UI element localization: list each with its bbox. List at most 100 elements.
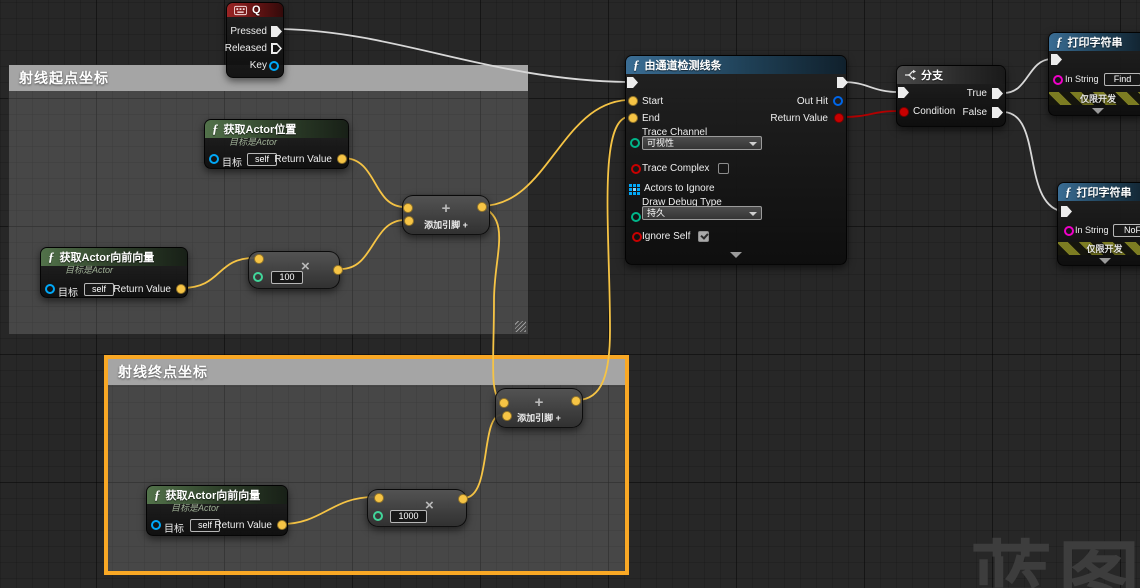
ignore-self-pin[interactable]: [632, 232, 642, 242]
result-output-pin[interactable]: [333, 265, 343, 275]
multiplier-value-box[interactable]: 100: [271, 271, 303, 284]
add-input-pin-1[interactable]: [499, 398, 509, 408]
multiply-operator: ×: [425, 497, 434, 514]
multiplier-value-box[interactable]: 1000: [390, 510, 427, 523]
add-node-end[interactable]: + 添加引脚 +: [495, 388, 583, 428]
vector-input-pin[interactable]: [254, 254, 264, 264]
in-string-pin[interactable]: [1064, 226, 1074, 236]
pin-label-pressed: Pressed: [230, 26, 267, 37]
out-hit-pin[interactable]: [833, 96, 843, 106]
start-pin[interactable]: [628, 96, 638, 106]
result-output-pin[interactable]: [458, 494, 468, 504]
vector-input-pin[interactable]: [374, 493, 384, 503]
node-header[interactable]: ƒ 打印字符串: [1058, 183, 1140, 201]
add-input-pin-2[interactable]: [502, 411, 512, 421]
function-icon: ƒ: [212, 121, 219, 137]
target-pin[interactable]: [151, 520, 161, 530]
print-string-node-find[interactable]: ƒ 打印字符串 In String Find 仅限开发: [1048, 32, 1140, 116]
node-header[interactable]: ƒ 由通道检测线条: [626, 56, 846, 74]
node-header[interactable]: Q: [227, 3, 283, 17]
collapse-arrow-icon[interactable]: [730, 252, 742, 258]
node-subtitle: 目标是Actor: [205, 135, 348, 150]
node-title: 由通道检测线条: [645, 57, 722, 73]
target-pin[interactable]: [45, 284, 55, 294]
add-operator: +: [403, 200, 489, 217]
function-icon: ƒ: [48, 249, 55, 265]
key-event-q-node[interactable]: Q Pressed Released Key: [226, 2, 284, 78]
print-string-node-nofind[interactable]: ƒ 打印字符串 In String NoFind 仅限开发: [1057, 182, 1140, 266]
development-only-label: 仅限开发: [1086, 242, 1122, 255]
in-string-value-box[interactable]: Find: [1104, 73, 1140, 86]
draw-debug-type-dropdown[interactable]: 持久: [642, 206, 762, 220]
exec-input-pin[interactable]: [627, 77, 638, 88]
in-string-pin[interactable]: [1053, 75, 1063, 85]
return-value-pin[interactable]: [834, 113, 844, 123]
return-value-pin[interactable]: [176, 284, 186, 294]
in-string-value-box[interactable]: NoFind: [1113, 224, 1140, 237]
multiply-node-100[interactable]: 100 ×: [248, 251, 340, 289]
false-exec-pin[interactable]: [992, 107, 1003, 118]
get-actor-location-node[interactable]: ƒ 获取Actor位置 目标是Actor 目标 self Return Valu…: [204, 119, 349, 169]
add-node-start[interactable]: + 添加引脚 +: [402, 195, 490, 235]
target-value-box[interactable]: self: [84, 283, 114, 296]
multiply-operator: ×: [301, 258, 310, 275]
pin-label-return-value: Return Value: [274, 154, 332, 165]
add-output-pin[interactable]: [477, 202, 487, 212]
node-title: 打印字符串: [1068, 34, 1123, 50]
add-pin-button[interactable]: 添加引脚 +: [403, 218, 489, 231]
keyboard-icon: [234, 5, 247, 16]
exec-output-pin[interactable]: [837, 77, 848, 88]
ignore-self-checkbox[interactable]: [698, 231, 709, 242]
draw-debug-type-pin[interactable]: [631, 212, 641, 222]
float-input-pin[interactable]: [373, 511, 383, 521]
add-input-pin-2[interactable]: [404, 216, 414, 226]
exec-input-pin[interactable]: [1051, 54, 1062, 65]
pin-label-released: Released: [225, 43, 267, 54]
get-forward-vector-node-1[interactable]: ƒ 获取Actor向前向量 目标是Actor 目标 self Return Va…: [40, 247, 188, 298]
pin-label-condition: Condition: [913, 106, 955, 117]
node-subtitle: 目标是Actor: [147, 501, 287, 516]
true-exec-pin[interactable]: [992, 88, 1003, 99]
return-value-pin[interactable]: [337, 154, 347, 164]
branch-node[interactable]: 分支 Condition True False: [896, 65, 1006, 127]
trace-channel-pin[interactable]: [630, 138, 640, 148]
trace-complex-checkbox[interactable]: [718, 163, 729, 174]
pin-label-return-value: Return Value: [113, 284, 171, 295]
end-pin[interactable]: [628, 113, 638, 123]
pin-label-target: 目标: [164, 520, 184, 535]
blueprint-graph[interactable]: 蓝图 射线起点坐标 射线终点坐标: [0, 0, 1140, 588]
pressed-exec-pin[interactable]: [271, 26, 282, 37]
multiply-node-1000[interactable]: 1000 ×: [367, 489, 467, 527]
function-icon: ƒ: [1056, 34, 1063, 50]
exec-input-pin[interactable]: [1061, 206, 1072, 217]
pin-label-target: 目标: [58, 284, 78, 299]
node-header[interactable]: 分支: [897, 66, 1005, 84]
comment-resize-grip[interactable]: [515, 321, 526, 332]
target-pin[interactable]: [209, 154, 219, 164]
blueprint-watermark: 蓝图: [970, 540, 1140, 588]
pin-label-start: Start: [642, 96, 663, 107]
collapse-arrow-icon[interactable]: [1092, 108, 1104, 114]
comment-header[interactable]: 射线终点坐标: [108, 359, 625, 385]
line-trace-by-channel-node[interactable]: ƒ 由通道检测线条 Start End Out Hit Return Value…: [625, 55, 847, 265]
target-value-box[interactable]: self: [247, 153, 277, 166]
condition-pin[interactable]: [899, 107, 909, 117]
pin-label-end: End: [642, 113, 660, 124]
float-input-pin[interactable]: [253, 272, 263, 282]
trace-complex-pin[interactable]: [631, 164, 641, 174]
pin-label-ignore-self: Ignore Self: [642, 231, 690, 242]
function-icon: ƒ: [633, 57, 640, 73]
pin-label-false: False: [963, 107, 987, 118]
array-pin-icon[interactable]: [629, 184, 640, 195]
trace-channel-dropdown[interactable]: 可视性: [642, 136, 762, 150]
return-value-pin[interactable]: [277, 520, 287, 530]
node-header[interactable]: ƒ 打印字符串: [1049, 33, 1140, 51]
released-exec-pin[interactable]: [271, 43, 282, 54]
exec-input-pin[interactable]: [898, 87, 909, 98]
collapse-arrow-icon[interactable]: [1099, 258, 1111, 264]
add-input-pin-1[interactable]: [403, 203, 413, 213]
add-output-pin[interactable]: [571, 396, 581, 406]
key-output-pin[interactable]: [269, 61, 279, 71]
pin-label-target: 目标: [222, 154, 242, 169]
get-forward-vector-node-2[interactable]: ƒ 获取Actor向前向量 目标是Actor 目标 self Return Va…: [146, 485, 288, 536]
